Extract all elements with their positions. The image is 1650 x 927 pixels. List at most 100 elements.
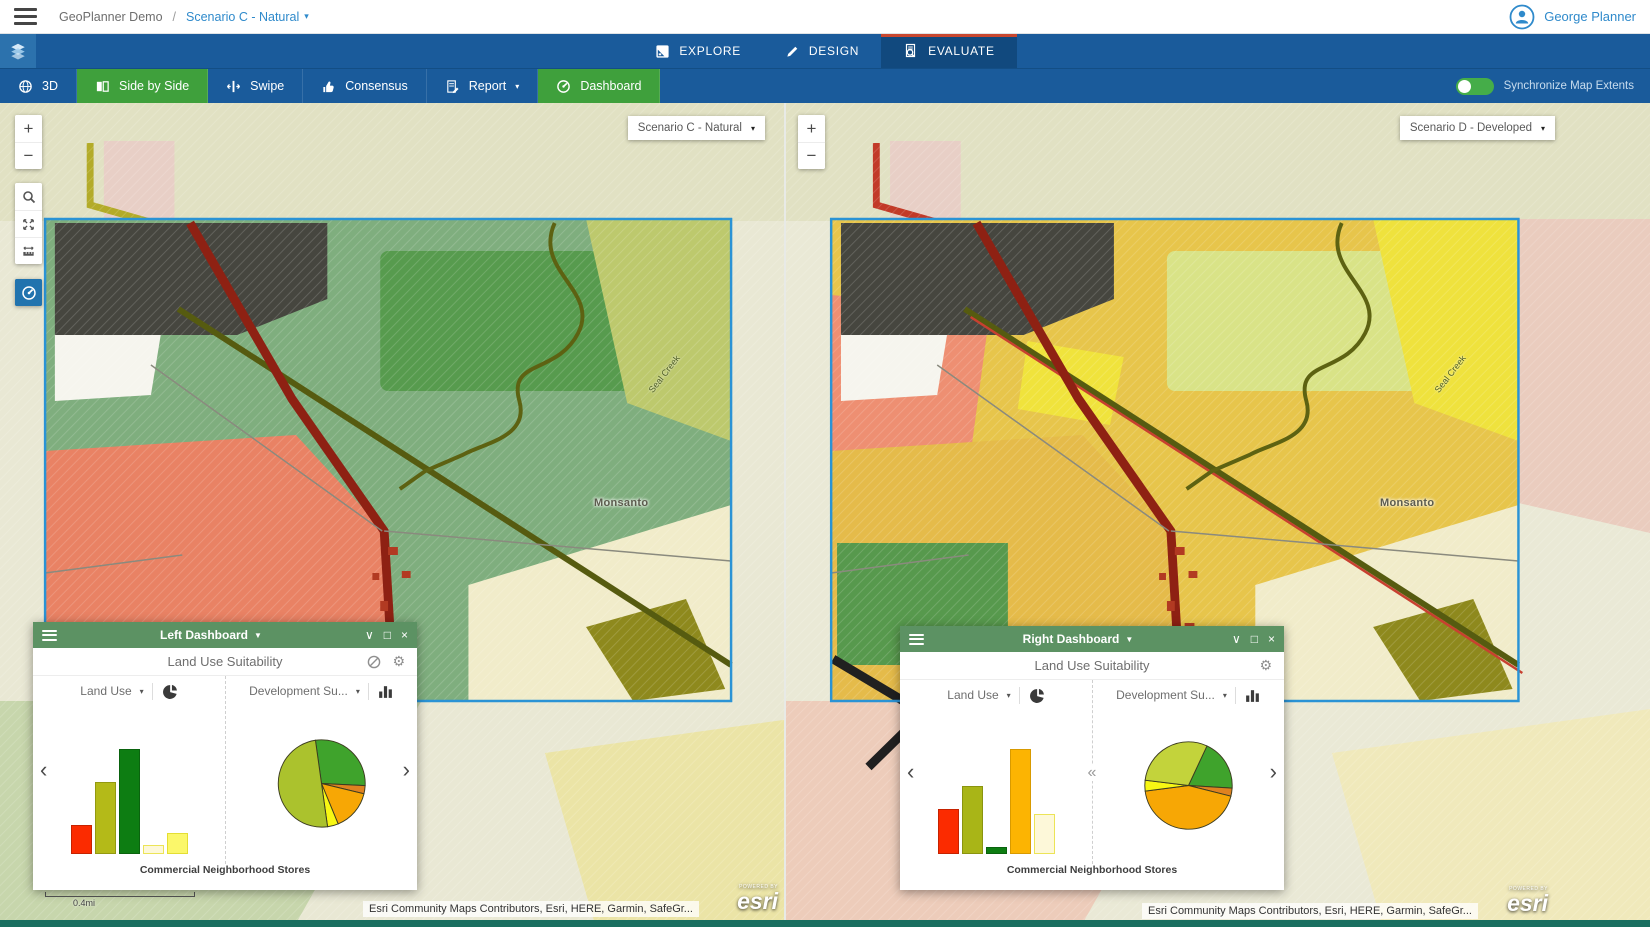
- caret-down-icon: ▾: [1541, 124, 1545, 133]
- map-panel-right: Monsanto Seal Creek + − Scenario D - Dev…: [786, 103, 1650, 927]
- thumbs-up-icon: [321, 79, 336, 94]
- pie-chart-icon[interactable]: [1028, 687, 1045, 704]
- zoom-control: + −: [15, 115, 42, 169]
- dashboard-widgets: ‹ Land Use ▾ Development Su...: [33, 676, 417, 864]
- 3d-button[interactable]: 3D: [0, 69, 77, 103]
- person-icon: [1509, 4, 1535, 30]
- scenario-selector-left[interactable]: Scenario C - Natural ▾: [628, 116, 765, 140]
- caret-down-icon: ▾: [356, 687, 360, 696]
- dashboard-menu-icon[interactable]: [909, 634, 924, 645]
- swipe-button[interactable]: Swipe: [208, 69, 303, 103]
- tab-evaluate[interactable]: EVALUATE: [881, 34, 1017, 68]
- esri-logo: POWERED BYesri: [737, 885, 778, 913]
- swipe-icon: [226, 79, 241, 94]
- land-use-bar-chart: [33, 706, 225, 864]
- explore-icon: [655, 44, 670, 59]
- globe-icon: [18, 79, 33, 94]
- search-button[interactable]: [15, 183, 42, 210]
- layers-icon: [9, 42, 27, 60]
- report-icon: [445, 79, 460, 94]
- caret-down-icon: ▼: [254, 631, 262, 640]
- map-area: Monsanto Seal Creek + −: [0, 103, 1650, 927]
- dashboard-menu-icon[interactable]: [42, 630, 57, 641]
- side-by-side-button[interactable]: Side by Side: [77, 69, 208, 103]
- divider: [1235, 687, 1236, 704]
- caret-down-icon: ▾: [304, 11, 309, 22]
- dashboard-header: Right Dashboard ▼ ∨ □ ×: [900, 626, 1284, 652]
- gear-icon[interactable]: ⚙: [1259, 658, 1272, 674]
- bar-chart-icon[interactable]: [1244, 687, 1261, 704]
- caret-down-icon: ▾: [140, 687, 144, 696]
- dashboard-caption: Commercial Neighborhood Stores: [33, 864, 417, 890]
- report-button[interactable]: Report ▾: [427, 69, 539, 103]
- pie-chart-icon[interactable]: [161, 683, 178, 700]
- top-bar: GeoPlanner Demo / Scenario C - Natural ▾…: [0, 0, 1650, 34]
- scenario-selector-right[interactable]: Scenario D - Developed ▾: [1400, 116, 1555, 140]
- full-extent-button[interactable]: [15, 210, 42, 237]
- dashboard-button[interactable]: Dashboard: [538, 69, 660, 103]
- dashboard-title-dropdown[interactable]: Left Dashboard ▼: [57, 628, 365, 642]
- caret-down-icon: ▾: [1007, 691, 1011, 700]
- caret-down-icon: ▾: [751, 124, 755, 133]
- carousel-prev[interactable]: ‹: [907, 761, 914, 783]
- menu-icon[interactable]: [14, 8, 37, 25]
- collapse-widgets-chevrons[interactable]: «: [1085, 765, 1100, 781]
- user-menu[interactable]: George Planner: [1509, 4, 1636, 30]
- development-suitability-pie-chart: [226, 706, 417, 864]
- map-place-label: Monsanto: [594, 497, 648, 509]
- dashboard-subtitle-row: Land Use Suitability ⚙: [900, 652, 1284, 680]
- carousel-next[interactable]: ›: [1270, 761, 1277, 783]
- measure-icon: [21, 244, 36, 259]
- zoom-in-button[interactable]: +: [798, 115, 825, 142]
- widget-selector[interactable]: Land Use: [80, 684, 131, 698]
- sync-extents-toggle[interactable]: [1456, 78, 1494, 95]
- measure-button[interactable]: [15, 237, 42, 264]
- widget-selector[interactable]: Development Su...: [249, 684, 348, 698]
- expand-arrows-icon: [21, 217, 36, 232]
- maximize-button[interactable]: □: [384, 628, 391, 642]
- map-tool-group: [15, 183, 42, 264]
- toggle-knob: [1458, 80, 1471, 93]
- consensus-button[interactable]: Consensus: [303, 69, 427, 103]
- dashboard-title-dropdown[interactable]: Right Dashboard ▼: [924, 632, 1232, 646]
- map-attribution: Esri Community Maps Contributors, Esri, …: [1142, 903, 1478, 919]
- left-dashboard-panel: Left Dashboard ▼ ∨ □ × Land Use Suitabil…: [33, 622, 417, 890]
- dashboard-subtitle: Land Use Suitability: [168, 654, 283, 669]
- close-button[interactable]: ×: [401, 628, 408, 642]
- close-button[interactable]: ×: [1268, 632, 1275, 646]
- dashboard-tool-button[interactable]: [15, 279, 42, 306]
- breadcrumb-app[interactable]: GeoPlanner Demo: [59, 10, 163, 24]
- map-panel-left: Monsanto Seal Creek + −: [0, 103, 784, 927]
- breadcrumb-scenario-dropdown[interactable]: Scenario C - Natural ▾: [186, 10, 309, 24]
- search-icon: [21, 189, 37, 205]
- map-place-label: Monsanto: [1380, 497, 1434, 509]
- bar-chart-icon[interactable]: [377, 683, 394, 700]
- carousel-next[interactable]: ›: [403, 759, 410, 781]
- widget-selector[interactable]: Development Su...: [1116, 688, 1215, 702]
- development-suitability-pie-chart: [1093, 710, 1284, 864]
- collapse-button[interactable]: ∨: [1232, 632, 1241, 646]
- zoom-out-button[interactable]: −: [15, 142, 42, 169]
- dashboard-header: Left Dashboard ▼ ∨ □ ×: [33, 622, 417, 648]
- gauge-icon: [556, 79, 571, 94]
- zoom-in-button[interactable]: +: [15, 115, 42, 142]
- layers-button[interactable]: [0, 34, 36, 68]
- hide-icon[interactable]: [366, 654, 382, 670]
- carousel-prev[interactable]: ‹: [40, 759, 47, 781]
- main-nav: EXPLORE DESIGN EVALUATE: [0, 34, 1650, 68]
- tab-explore[interactable]: EXPLORE: [633, 34, 763, 68]
- breadcrumb-separator: /: [173, 10, 176, 24]
- esri-logo: POWERED BYesri: [1507, 887, 1548, 915]
- dashboard-subtitle-row: Land Use Suitability ⚙: [33, 648, 417, 676]
- zoom-out-button[interactable]: −: [798, 142, 825, 169]
- widget-land-use: Land Use ▾: [33, 676, 225, 864]
- zoom-control: + −: [798, 115, 825, 169]
- widget-selector[interactable]: Land Use: [947, 688, 998, 702]
- tab-design[interactable]: DESIGN: [763, 34, 881, 68]
- divider: [152, 683, 153, 700]
- caret-down-icon: ▾: [1223, 691, 1227, 700]
- maximize-button[interactable]: □: [1251, 632, 1258, 646]
- caret-down-icon: ▼: [1125, 635, 1133, 644]
- collapse-button[interactable]: ∨: [365, 628, 374, 642]
- gear-icon[interactable]: ⚙: [392, 654, 405, 670]
